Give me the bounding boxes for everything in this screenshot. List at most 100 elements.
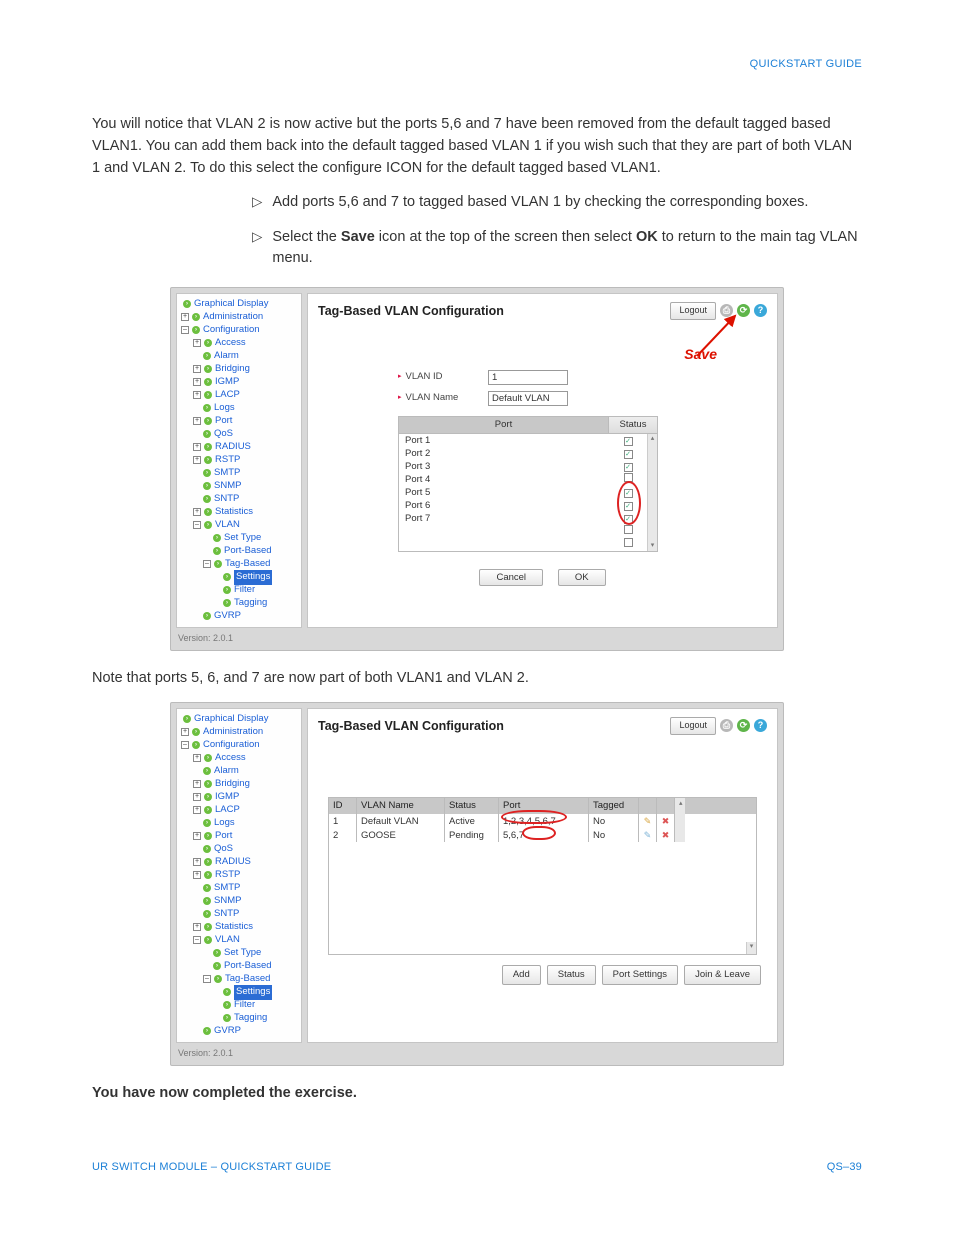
bullet-icon: ›	[204, 456, 212, 464]
bullet-icon: ›	[204, 832, 212, 840]
bullet-icon: ›	[183, 715, 191, 723]
edit-icon[interactable]: ✎	[644, 830, 652, 840]
footer-right: QS–39	[827, 1159, 862, 1176]
bullet-icon: ›	[204, 793, 212, 801]
logout-button[interactable]: Logout	[670, 717, 716, 735]
expand-icon[interactable]: +	[181, 313, 189, 321]
page-footer: UR SWITCH MODULE – QUICKSTART GUIDE QS–3…	[92, 1159, 862, 1176]
save-icon[interactable]: ⎙	[720, 719, 733, 732]
expand-icon[interactable]: +	[181, 728, 189, 736]
expand-icon[interactable]: +	[193, 508, 201, 516]
blank-checkbox[interactable]	[624, 525, 633, 534]
bullet-icon: ›	[192, 728, 200, 736]
refresh-icon[interactable]: ⟳	[737, 719, 750, 732]
col-id: ID	[329, 798, 357, 814]
expand-icon[interactable]: +	[193, 456, 201, 464]
bullet-icon: ›	[203, 482, 211, 490]
bullet-icon: ›	[203, 469, 211, 477]
collapse-icon[interactable]: –	[181, 326, 189, 334]
bullet-icon: ›	[204, 754, 212, 762]
col-tagged: Tagged	[589, 798, 639, 814]
bullet-icon: ›	[203, 910, 211, 918]
bullet-icon: ›	[203, 404, 211, 412]
port3-checkbox[interactable]	[624, 463, 633, 472]
bullet-icon: ›	[183, 300, 191, 308]
join-leave-button[interactable]: Join & Leave	[684, 965, 761, 985]
bullet-icon: ›	[213, 962, 221, 970]
collapse-icon[interactable]: –	[181, 741, 189, 749]
expand-icon[interactable]: +	[193, 806, 201, 814]
bullet-icon: ›	[203, 1027, 211, 1035]
panel-title: Tag-Based VLAN Configuration	[318, 717, 504, 736]
bullet-icon: ›	[213, 534, 221, 542]
col-status: Status	[445, 798, 499, 814]
expand-icon[interactable]: +	[193, 391, 201, 399]
ok-button[interactable]: OK	[558, 569, 606, 586]
expand-icon[interactable]: +	[193, 339, 201, 347]
port-cell: Port 1	[399, 434, 609, 447]
expand-icon[interactable]: +	[193, 832, 201, 840]
bullet-icon: ›	[223, 573, 231, 581]
delete-icon[interactable]: ✖	[662, 830, 670, 840]
bullet-icon: ›	[223, 599, 231, 607]
bullet-icon: ›	[192, 741, 200, 749]
tree-gvrp[interactable]: GVRP	[214, 609, 241, 623]
status-button[interactable]: Status	[547, 965, 596, 985]
panel-title: Tag-Based VLAN Configuration	[318, 302, 504, 321]
blank-checkbox[interactable]	[624, 538, 633, 547]
scroll-up-icon[interactable]: ▴	[651, 434, 655, 445]
scroll-down-icon[interactable]: ▾	[746, 942, 756, 954]
vlan-id-input[interactable]	[488, 370, 568, 385]
intro-paragraph: You will notice that VLAN 2 is now activ…	[92, 113, 862, 180]
port-cell: Port 3	[399, 460, 609, 473]
expand-icon[interactable]: +	[193, 378, 201, 386]
vlan-name-input[interactable]	[488, 391, 568, 406]
collapse-icon[interactable]: –	[203, 560, 211, 568]
bullet-icon: ›	[203, 430, 211, 438]
expand-icon[interactable]: +	[193, 754, 201, 762]
expand-icon[interactable]: +	[193, 780, 201, 788]
expand-icon[interactable]: +	[193, 858, 201, 866]
cancel-button[interactable]: Cancel	[479, 569, 543, 586]
collapse-icon[interactable]: –	[203, 975, 211, 983]
edit-icon[interactable]: ✎	[644, 816, 652, 826]
completion-text: You have now completed the exercise.	[92, 1082, 862, 1104]
help-icon[interactable]: ?	[754, 719, 767, 732]
screenshot-2: ›Graphical Display +›Administration –›Co…	[170, 702, 784, 1067]
expand-icon[interactable]: +	[193, 871, 201, 879]
scrollbar[interactable]: ▴▾	[647, 434, 657, 551]
instruction-list: ▷ Add ports 5,6 and 7 to tagged based VL…	[252, 192, 862, 269]
port-settings-button[interactable]: Port Settings	[602, 965, 678, 985]
annotation-circle	[617, 481, 641, 525]
bullet-icon: ›	[203, 495, 211, 503]
port1-checkbox[interactable]	[624, 437, 633, 446]
version-label: Version: 2.0.1	[176, 1043, 778, 1061]
collapse-icon[interactable]: –	[193, 936, 201, 944]
expand-icon[interactable]: +	[193, 365, 201, 373]
annotation-oval	[501, 810, 567, 824]
bullet-icon: ›	[223, 586, 231, 594]
bullet-icon: ›	[203, 884, 211, 892]
port2-checkbox[interactable]	[624, 450, 633, 459]
bullet-icon: ›	[214, 560, 222, 568]
scroll-up-icon[interactable]: ▴	[675, 798, 685, 814]
add-button[interactable]: Add	[502, 965, 541, 985]
bullet-icon: ›	[213, 949, 221, 957]
bullet-icon: ›	[203, 819, 211, 827]
delete-icon[interactable]: ✖	[662, 816, 670, 826]
port-cell: Port 6	[399, 499, 609, 512]
expand-icon[interactable]: +	[193, 443, 201, 451]
expand-icon[interactable]: +	[193, 923, 201, 931]
expand-icon[interactable]: +	[193, 417, 201, 425]
tree-gvrp[interactable]: GVRP	[214, 1024, 241, 1038]
content-pane-2: Tag-Based VLAN Configuration Logout ⎙ ⟳ …	[307, 708, 778, 1043]
scroll-down-icon[interactable]: ▾	[651, 541, 655, 552]
bullet-icon: ›	[204, 391, 212, 399]
instruction-2: Select the Save icon at the top of the s…	[272, 227, 862, 269]
collapse-icon[interactable]: –	[193, 521, 201, 529]
expand-icon[interactable]: +	[193, 793, 201, 801]
triangle-icon: ▷	[252, 192, 262, 213]
bullet-icon: ›	[203, 352, 211, 360]
nav-tree: ›Graphical Display +›Administration –›Co…	[176, 293, 302, 628]
bullet-icon: ›	[204, 858, 212, 866]
